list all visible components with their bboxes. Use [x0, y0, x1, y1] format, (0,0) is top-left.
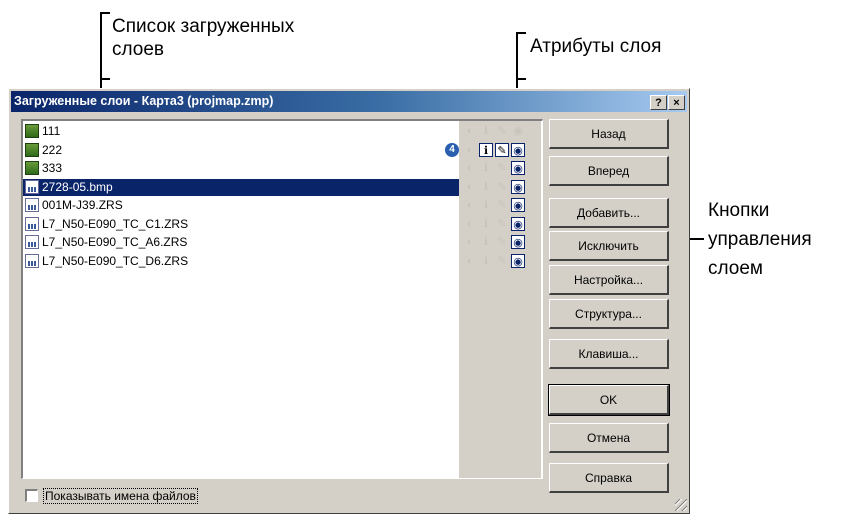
visibility-eye-icon[interactable]: ◉ [511, 142, 525, 157]
layer-list[interactable]: 111 ◐ ℹ ✎ ◉ 222 4 ◐ ℹ ✎ ◉ 333 ◐ ℹ ✎ ◉ 2728-05.bmp ◐ ℹ ✎ ◉ 001… [21, 119, 543, 479]
add-layer-button[interactable]: Добавить... [549, 198, 669, 228]
title-bar: Загруженные слои - Карта3 (projmap.zmp) … [11, 91, 687, 112]
layer-name: 001M-J39.ZRS [42, 198, 123, 212]
layer-row[interactable]: 222 [23, 142, 459, 159]
remove-layer-button[interactable]: Исключить [549, 231, 669, 261]
info-icon[interactable]: ℹ [479, 217, 493, 231]
edit-icon[interactable]: ✎ [495, 217, 509, 231]
visibility-eye-icon[interactable]: ◉ [511, 124, 525, 138]
layer-attributes: ◐ ℹ ✎ ◉ [463, 253, 543, 270]
edit-icon[interactable]: ✎ [495, 124, 509, 138]
edit-icon[interactable]: ✎ [495, 142, 509, 157]
info-icon[interactable]: ℹ [479, 254, 493, 268]
edit-icon[interactable]: ✎ [495, 235, 509, 249]
settings-button[interactable]: Настройка... [549, 265, 669, 295]
layer-name: 111 [42, 124, 61, 138]
info-icon[interactable]: ℹ [479, 142, 493, 157]
layer-attributes: ◐ ℹ ✎ ◉ [463, 216, 543, 233]
visibility-eye-icon[interactable]: ◉ [511, 253, 525, 268]
info-icon[interactable]: ℹ [479, 124, 493, 138]
layer-attributes: ◐ ℹ ✎ ◉ [463, 197, 543, 214]
raster-layer-icon [25, 179, 39, 194]
visibility-eye-icon[interactable]: ◉ [511, 216, 525, 231]
visibility-eye-icon[interactable]: ◉ [511, 161, 525, 175]
layer-attributes: ◐ ℹ ✎ ◉ [463, 179, 543, 196]
layer-row[interactable]: 333 [23, 160, 459, 177]
layer-name: L7_N50-E090_TC_D6.ZRS [42, 253, 189, 268]
back-button[interactable]: Назад [549, 119, 669, 149]
info-icon[interactable]: ℹ [479, 198, 493, 212]
layer-name: L7_N50-E090_TC_A6.ZRS [42, 235, 188, 249]
layer-attributes: ◐ ℹ ✎ ◉ [463, 142, 543, 159]
help-title-button[interactable]: ? [650, 95, 667, 110]
forward-button[interactable]: Вперед [549, 156, 669, 186]
lock-icon[interactable]: ◐ [463, 124, 477, 138]
lock-icon[interactable]: ◐ [463, 235, 477, 249]
layer-row[interactable]: L7_N50-E090_TC_D6.ZRS [23, 253, 459, 270]
lock-icon[interactable]: ◐ [463, 217, 477, 231]
callout-line [516, 78, 526, 80]
info-icon[interactable]: ℹ [479, 180, 493, 194]
layer-attributes: ◐ ℹ ✎ ◉ [463, 234, 543, 251]
edit-icon[interactable]: ✎ [495, 161, 509, 175]
show-filenames-label: Показывать имена файлов [43, 488, 198, 504]
layer-row[interactable]: 001M-J39.ZRS [23, 197, 459, 214]
layer-attributes: ◐ ℹ ✎ ◉ [463, 123, 543, 140]
callout-layer-list: Список загруженных слоев [112, 16, 295, 60]
show-filenames-checkbox[interactable] [25, 489, 38, 502]
layer-name: L7_N50-E090_TC_C1.ZRS [42, 216, 189, 231]
visibility-eye-icon[interactable]: ◉ [511, 235, 525, 249]
visibility-eye-icon[interactable]: ◉ [511, 179, 525, 194]
vector-layer-icon [25, 161, 39, 175]
lock-icon[interactable]: ◐ [463, 161, 477, 175]
raster-layer-icon [25, 198, 39, 212]
resize-grip-icon[interactable] [675, 499, 687, 511]
layer-row[interactable]: 2728-05.bmp [23, 178, 459, 196]
layer-number-badge: 4 [445, 142, 459, 157]
info-icon[interactable]: ℹ [479, 161, 493, 175]
cancel-button[interactable]: Отмена [549, 423, 669, 453]
visibility-eye-icon[interactable]: ◉ [511, 198, 525, 212]
dialog-title: Загруженные слои - Карта3 (projmap.zmp) [14, 94, 274, 108]
edit-icon[interactable]: ✎ [495, 180, 509, 194]
ok-button[interactable]: OK [548, 384, 670, 416]
loaded-layers-dialog: Загруженные слои - Карта3 (projmap.zmp) … [8, 88, 690, 514]
layer-row[interactable]: 111 [23, 123, 459, 140]
help-button[interactable]: Справка [549, 463, 669, 493]
edit-icon[interactable]: ✎ [495, 254, 509, 268]
lock-icon[interactable]: ◐ [463, 143, 477, 157]
callout-line [100, 78, 110, 80]
callout-control-buttons: Кнопки управления слоем [708, 200, 812, 279]
raster-layer-icon [25, 253, 39, 268]
raster-layer-icon [25, 235, 39, 249]
close-title-button[interactable]: × [668, 95, 685, 110]
structure-button[interactable]: Структура... [549, 299, 669, 329]
layer-attributes: ◐ ℹ ✎ ◉ [463, 160, 543, 177]
hotkey-button[interactable]: Клавиша... [549, 339, 669, 369]
vector-layer-icon [25, 142, 39, 157]
callout-line [516, 32, 526, 34]
layer-row[interactable]: L7_N50-E090_TC_C1.ZRS [23, 216, 459, 233]
lock-icon[interactable]: ◐ [463, 180, 477, 194]
callout-line [100, 12, 110, 14]
vector-layer-icon [25, 124, 39, 138]
layer-name: 222 [42, 142, 63, 157]
lock-icon[interactable]: ◐ [463, 198, 477, 212]
layer-name: 333 [42, 161, 63, 175]
layer-row[interactable]: L7_N50-E090_TC_A6.ZRS [23, 234, 459, 251]
layer-name: 2728-05.bmp [42, 179, 113, 194]
raster-layer-icon [25, 216, 39, 231]
edit-icon[interactable]: ✎ [495, 198, 509, 212]
info-icon[interactable]: ℹ [479, 235, 493, 249]
callout-layer-attributes: Атрибуты слоя [530, 36, 662, 57]
lock-icon[interactable]: ◐ [463, 254, 477, 268]
